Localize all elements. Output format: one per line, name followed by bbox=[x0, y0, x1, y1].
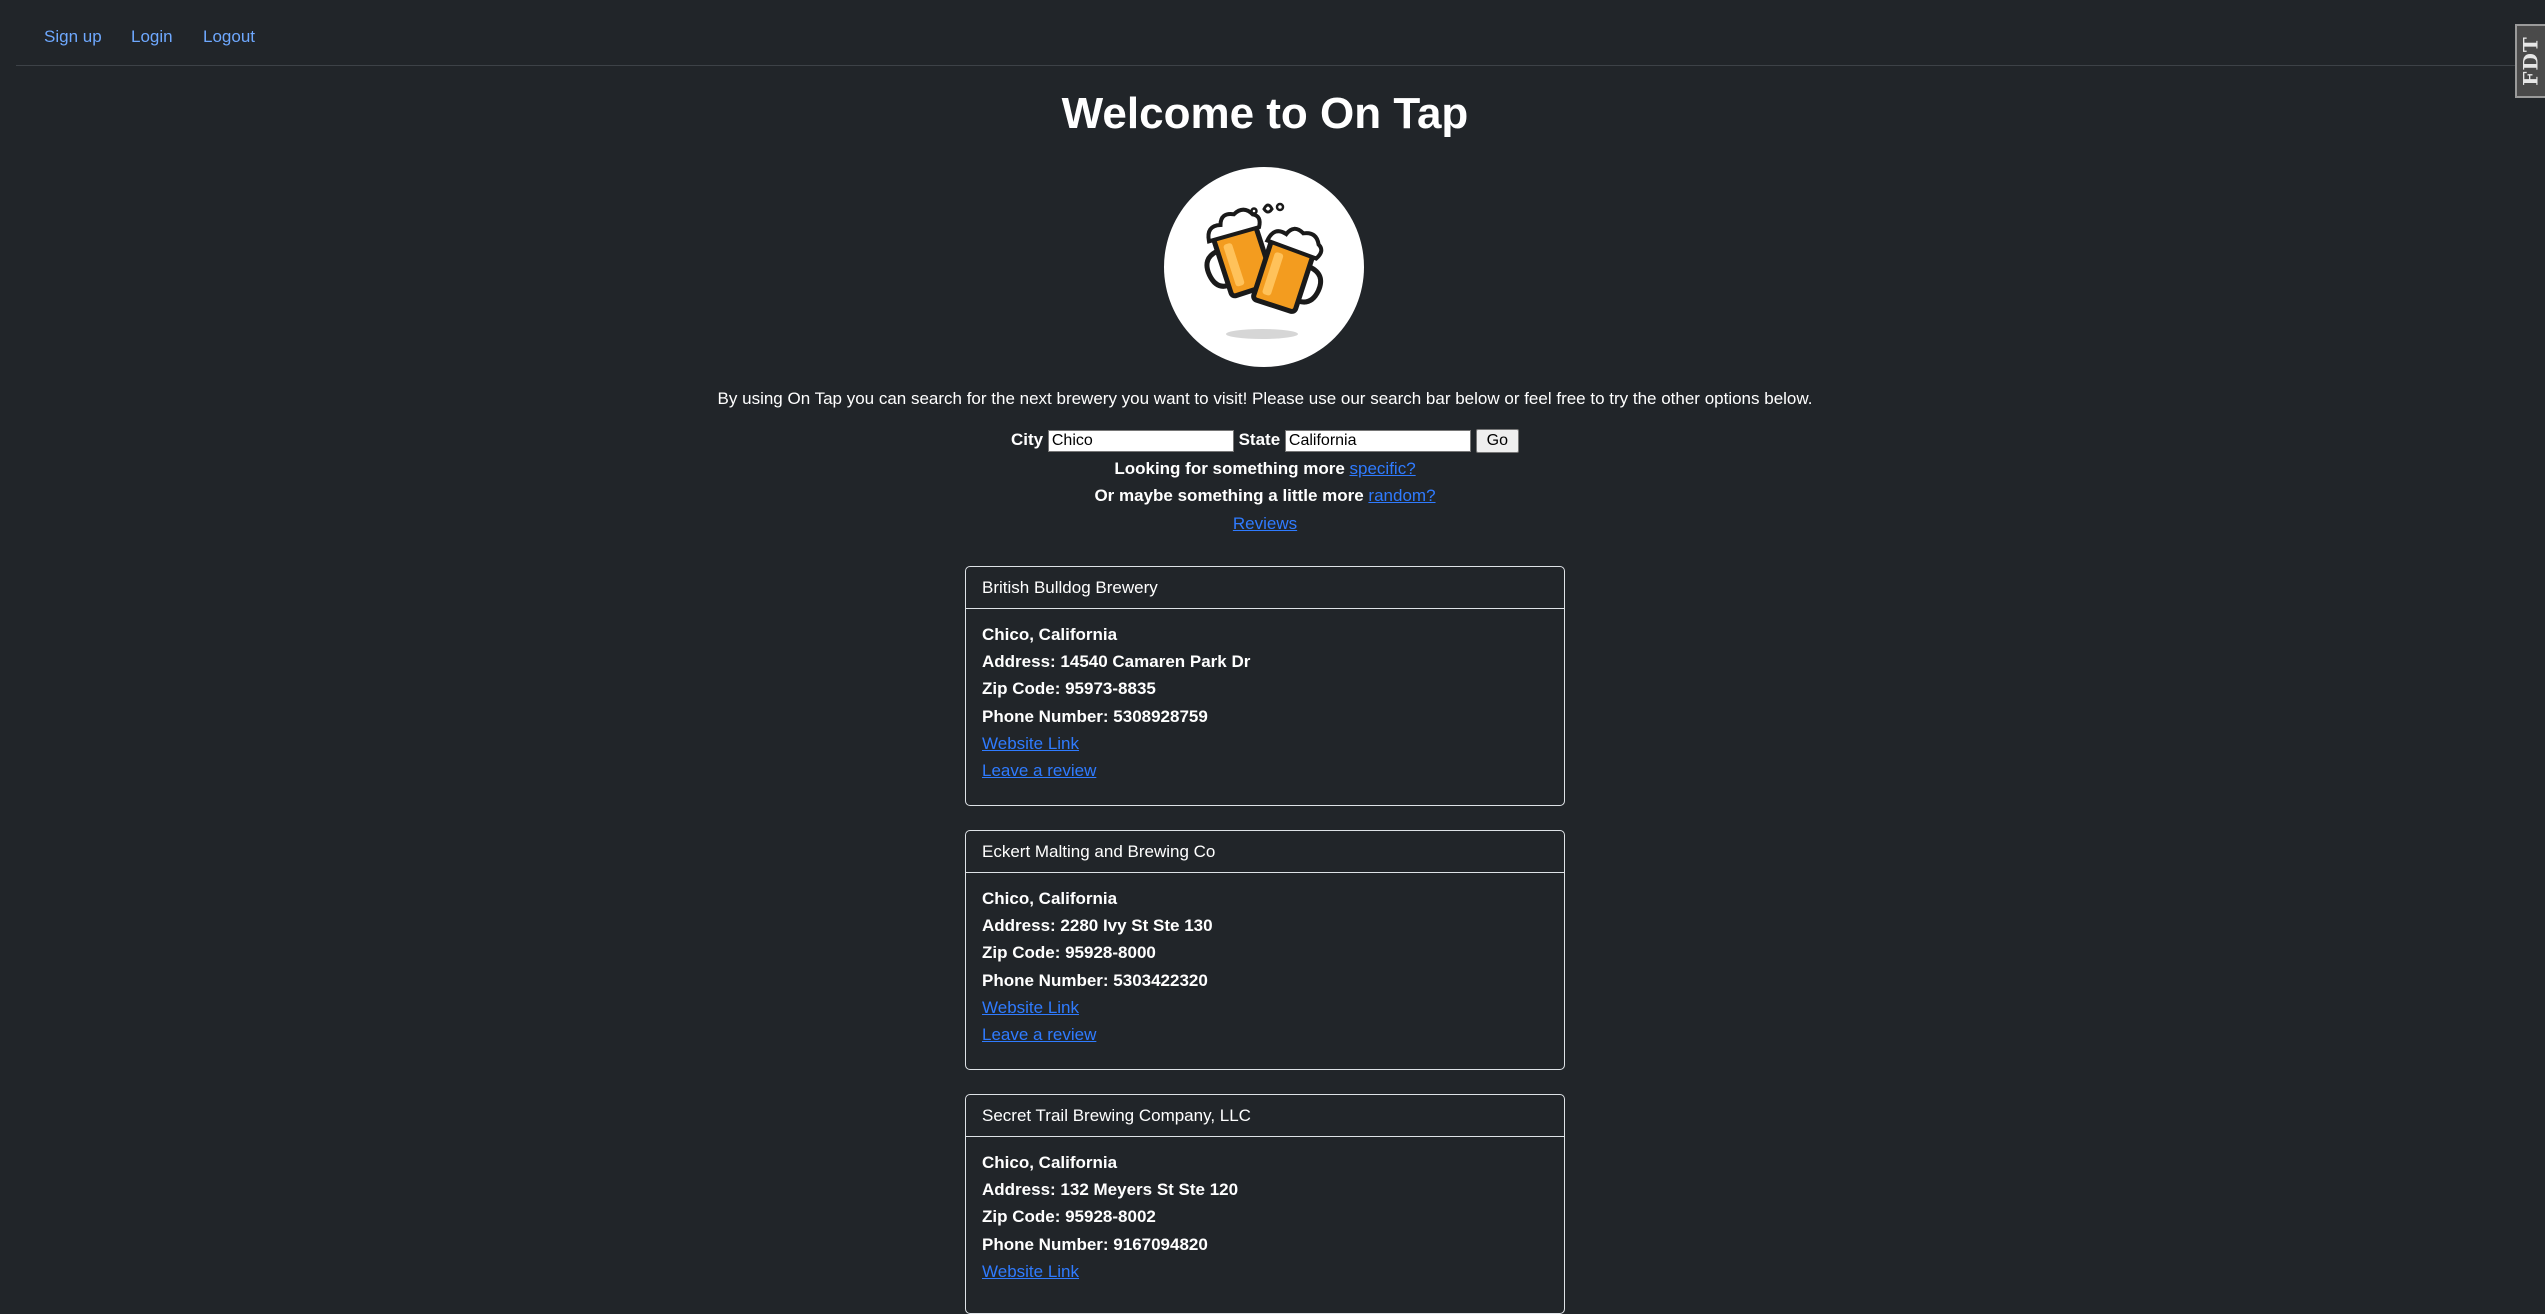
brewery-phone: Phone Number: 5303422320 bbox=[982, 970, 1208, 990]
brewery-details: Chico, California Address: 132 Meyers St… bbox=[966, 1137, 1564, 1285]
website-link[interactable]: Website Link bbox=[982, 734, 1079, 753]
brewery-zip: Zip Code: 95928-8000 bbox=[982, 943, 1156, 963]
leave-review-link[interactable]: Leave a review bbox=[982, 1025, 1096, 1044]
go-button[interactable]: Go bbox=[1475, 428, 1519, 453]
nav-logout-link[interactable]: Logout bbox=[203, 27, 255, 47]
brewery-address: Address: 14540 Camaren Park Dr bbox=[982, 652, 1251, 672]
brewery-card: British Bulldog Brewery Chico, Californi… bbox=[965, 566, 1565, 806]
city-label: City bbox=[1011, 430, 1044, 449]
reviews-link[interactable]: Reviews bbox=[1233, 514, 1297, 533]
random-line: Or maybe something a little more random? bbox=[0, 485, 2530, 507]
brewery-zip: Zip Code: 95928-8002 bbox=[982, 1207, 1156, 1227]
intro-text: By using On Tap you can search for the n… bbox=[717, 389, 1813, 408]
nav-login-link[interactable]: Login bbox=[131, 27, 173, 47]
website-link[interactable]: Website Link bbox=[982, 998, 1079, 1017]
specific-link[interactable]: specific? bbox=[1350, 459, 1416, 478]
brewery-zip: Zip Code: 95973-8835 bbox=[982, 679, 1156, 699]
brewery-name: Eckert Malting and Brewing Co bbox=[966, 831, 1564, 873]
fdt-extension-tab[interactable]: FDT bbox=[2515, 24, 2545, 98]
brewery-card: Eckert Malting and Brewing Co Chico, Cal… bbox=[965, 830, 1565, 1070]
brewery-address: Address: 132 Meyers St Ste 120 bbox=[982, 1180, 1239, 1200]
specific-text: Looking for something more bbox=[1114, 459, 1350, 478]
website-link[interactable]: Website Link bbox=[982, 1262, 1079, 1281]
logo bbox=[1164, 167, 1364, 367]
random-text: Or maybe something a little more bbox=[1094, 486, 1369, 505]
city-input[interactable] bbox=[1047, 429, 1234, 452]
brewery-phone: Phone Number: 9167094820 bbox=[982, 1234, 1208, 1254]
reviews-line: Reviews bbox=[0, 513, 2530, 535]
specific-line: Looking for something more specific? bbox=[0, 458, 2530, 480]
search-form: City State Go bbox=[0, 428, 2530, 453]
brewery-address: Address: 2280 Ivy St Ste 130 bbox=[982, 916, 1213, 936]
brewery-details: Chico, California Address: 14540 Camaren… bbox=[966, 609, 1564, 784]
state-input[interactable] bbox=[1284, 429, 1471, 452]
brewery-name: British Bulldog Brewery bbox=[966, 567, 1564, 609]
brewery-location: Chico, California bbox=[982, 1153, 1118, 1172]
random-link[interactable]: random? bbox=[1368, 486, 1435, 505]
brewery-phone: Phone Number: 5308928759 bbox=[982, 706, 1208, 726]
brewery-card: Secret Trail Brewing Company, LLC Chico,… bbox=[965, 1094, 1565, 1314]
nav-signup-link[interactable]: Sign up bbox=[44, 27, 102, 47]
brewery-location: Chico, California bbox=[982, 625, 1118, 644]
brewery-name: Secret Trail Brewing Company, LLC bbox=[966, 1095, 1564, 1137]
page-title: Welcome to On Tap bbox=[1061, 89, 1469, 138]
navbar: Sign up Login Logout bbox=[16, 0, 2529, 66]
leave-review-link[interactable]: Leave a review bbox=[982, 761, 1096, 780]
brewery-details: Chico, California Address: 2280 Ivy St S… bbox=[966, 873, 1564, 1048]
brewery-location: Chico, California bbox=[982, 889, 1118, 908]
beer-mugs-cheers-icon bbox=[1204, 202, 1324, 339]
fdt-extension-label: FDT bbox=[2519, 36, 2543, 86]
state-label: State bbox=[1238, 430, 1281, 449]
